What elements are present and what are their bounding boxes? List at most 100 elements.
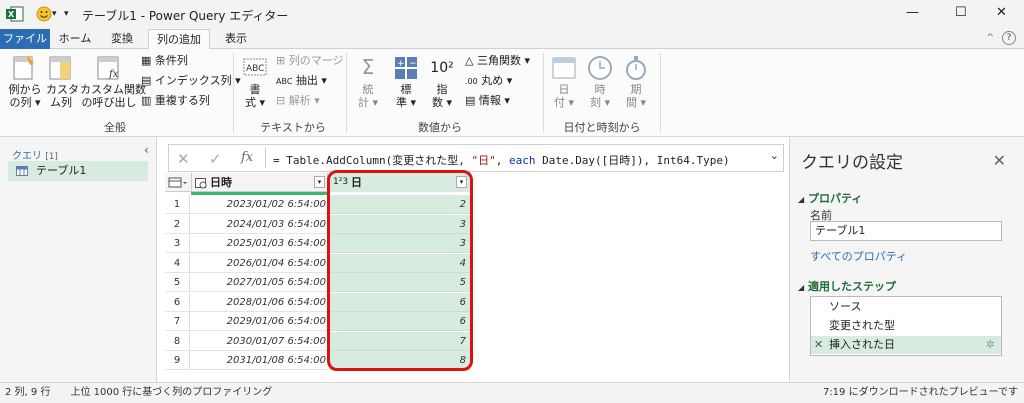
tab-transform[interactable]: 変換 [102, 29, 142, 49]
minimize-button[interactable]: — [906, 5, 919, 20]
parse-button[interactable]: ⊟ 解析 ▾ [276, 94, 320, 107]
all-properties-link[interactable]: すべてのプロパティ [810, 248, 907, 264]
time-button[interactable]: 時 刻 ▾ [585, 53, 615, 109]
duplicate-column-button[interactable]: ▥ 重複する列 [141, 94, 210, 107]
information-icon: ▤ [465, 94, 476, 107]
column-header-day[interactable]: 1²3 日 ▾ [329, 173, 470, 192]
cancel-formula-icon[interactable]: ✕ [177, 150, 190, 168]
rounding-button[interactable]: .00 丸め ▾ [465, 74, 512, 88]
filter-dropdown-icon[interactable]: ▾ [314, 176, 325, 188]
table-cell[interactable]: 5 [329, 273, 470, 292]
formula-part: , [495, 154, 509, 167]
table-cell[interactable]: 8 [329, 351, 470, 370]
formula-part: Date.Day([日時]), Int64.Type) [535, 154, 730, 167]
svg-text:fx: fx [108, 69, 119, 80]
time-label: 時 刻 ▾ [589, 83, 611, 109]
close-button[interactable]: ✕ [996, 5, 1007, 20]
trigonometry-button[interactable]: △ 三角関数 ▾ [465, 54, 530, 67]
help-icon[interactable]: ? [1002, 31, 1016, 45]
information-button[interactable]: ▤ 情報 ▾ [465, 94, 510, 107]
duration-label: 期 間 ▾ [625, 83, 647, 109]
step-item-selected[interactable]: ✕ 挿入された日 ✲ [811, 336, 1001, 354]
statistics-button[interactable]: Σ 統 計 ▾ [354, 53, 382, 109]
date-label: 日 付 ▾ [553, 83, 575, 109]
duplicate-column-icon: ▥ [141, 94, 152, 107]
table-cell[interactable]: 4 [329, 253, 470, 273]
step-item[interactable]: ソース [811, 298, 1001, 316]
date-button[interactable]: 日 付 ▾ [549, 53, 579, 109]
filter-dropdown-icon[interactable]: ▾ [456, 176, 467, 188]
tab-view[interactable]: 表示 [216, 29, 256, 49]
ribbon-separator [346, 53, 347, 133]
format-button[interactable]: ABC 書 式 ▾ [240, 53, 270, 109]
collapse-pane-icon[interactable]: ‹ [144, 143, 149, 157]
collapse-triangle-icon: ◢ [798, 283, 805, 292]
ribbon-tabs: ファイル ホーム 変換 列の追加 表示 [0, 29, 1024, 50]
query-name-input[interactable]: テーブル1 [810, 221, 1002, 241]
table-cell[interactable]: 2023/01/02 6:54:00 [190, 195, 328, 214]
conditional-column-button[interactable]: ▦ 条件列 [141, 54, 188, 67]
formula-input[interactable]: = Table.AddColumn(変更された型, "日", each Date… [273, 152, 730, 168]
function-icon[interactable]: fx [241, 150, 253, 165]
column-from-examples-icon [13, 55, 34, 80]
table-cell[interactable]: 3 [329, 214, 470, 234]
row-number: 3 [165, 234, 190, 253]
excel-icon: X [6, 6, 24, 22]
duplicate-column-label: 重複する列 [154, 94, 210, 107]
merge-columns-button[interactable]: ⊞ 列のマージ [276, 54, 344, 67]
query-item[interactable]: テーブル1 [8, 161, 148, 181]
delete-step-icon[interactable]: ✕ [814, 336, 823, 354]
tab-add-column[interactable]: 列の追加 [148, 29, 210, 50]
row-number: 9 [165, 351, 190, 370]
parse-label: 解析 ▾ [288, 94, 320, 107]
custom-column-button[interactable]: カスタ ム列 [46, 53, 79, 109]
column-from-examples-button[interactable]: 例から の列 ▾ [8, 53, 42, 109]
invoke-custom-function-button[interactable]: fx カスタム関数 の呼び出し [80, 53, 146, 109]
smiley-feedback-icon[interactable] [36, 6, 52, 22]
table-cell[interactable]: 2029/01/06 6:54:00 [190, 312, 328, 331]
properties-section[interactable]: ◢ プロパティ [798, 190, 862, 206]
index-column-button[interactable]: ▤ インデックス列 ▾ [141, 74, 241, 87]
information-label: 情報 ▾ [478, 94, 510, 107]
maximize-button[interactable]: ☐ [955, 5, 967, 20]
tab-file[interactable]: ファイル [0, 29, 50, 49]
table-cell[interactable]: 2025/01/03 6:54:00 [190, 234, 328, 253]
table-cell[interactable]: 2026/01/04 6:54:00 [190, 254, 328, 273]
standard-button[interactable]: + − 標 準 ▾ [392, 53, 420, 109]
table-cell[interactable]: 2 [329, 195, 470, 214]
table-cell[interactable]: 6 [329, 292, 470, 312]
feedback-dropdown-icon[interactable]: ▾ [52, 9, 57, 19]
standard-icon: + − [395, 57, 417, 79]
table-cell[interactable]: 2024/01/03 6:54:00 [190, 215, 328, 234]
table-cell[interactable]: 2027/01/05 6:54:00 [190, 273, 328, 292]
table-menu-icon[interactable] [168, 173, 188, 192]
quick-access-toolbar-icon[interactable]: ▾ [64, 9, 69, 19]
table-cell[interactable]: 2031/01/08 6:54:00 [190, 351, 328, 370]
scientific-button[interactable]: 10² 指 数 ▾ [428, 53, 456, 109]
extract-button[interactable]: ABC 抽出 ▾ [276, 74, 327, 88]
table-cell[interactable]: 7 [329, 331, 470, 351]
window-title: テーブル1 - Power Query エディター [82, 9, 289, 23]
confirm-formula-icon[interactable]: ✓ [209, 150, 222, 168]
applied-steps-section[interactable]: ◢ 適用したステップ [798, 278, 896, 294]
table-cell[interactable]: 6 [329, 312, 470, 331]
step-settings-icon[interactable]: ✲ [986, 336, 995, 354]
stopwatch-icon [626, 56, 646, 80]
invoke-custom-function-label: カスタム関数 の呼び出し [80, 83, 146, 109]
tab-home[interactable]: ホーム [55, 29, 95, 49]
column-header-datetime[interactable]: 日時 ▾ [191, 173, 328, 192]
table-cell[interactable]: 2028/01/06 6:54:00 [190, 293, 328, 312]
collapse-ribbon-icon[interactable]: ^ [986, 33, 994, 43]
duration-button[interactable]: 期 間 ▾ [621, 53, 651, 109]
expand-formula-icon[interactable]: ⌄ [770, 149, 779, 162]
group-label-general: 全般 [104, 121, 126, 134]
integer-type-icon: 1²3 [333, 177, 349, 187]
table-cell[interactable]: 3 [329, 234, 470, 253]
table-cell[interactable]: 2030/01/07 6:54:00 [190, 332, 328, 351]
query-item-label: テーブル1 [36, 164, 87, 177]
applied-steps-label: 適用したステップ [808, 280, 896, 293]
step-item[interactable]: 変更された型 [811, 317, 1001, 335]
row-number: 7 [165, 312, 190, 331]
close-settings-icon[interactable]: ✕ [993, 151, 1006, 170]
svg-text:ABC: ABC [246, 64, 264, 74]
